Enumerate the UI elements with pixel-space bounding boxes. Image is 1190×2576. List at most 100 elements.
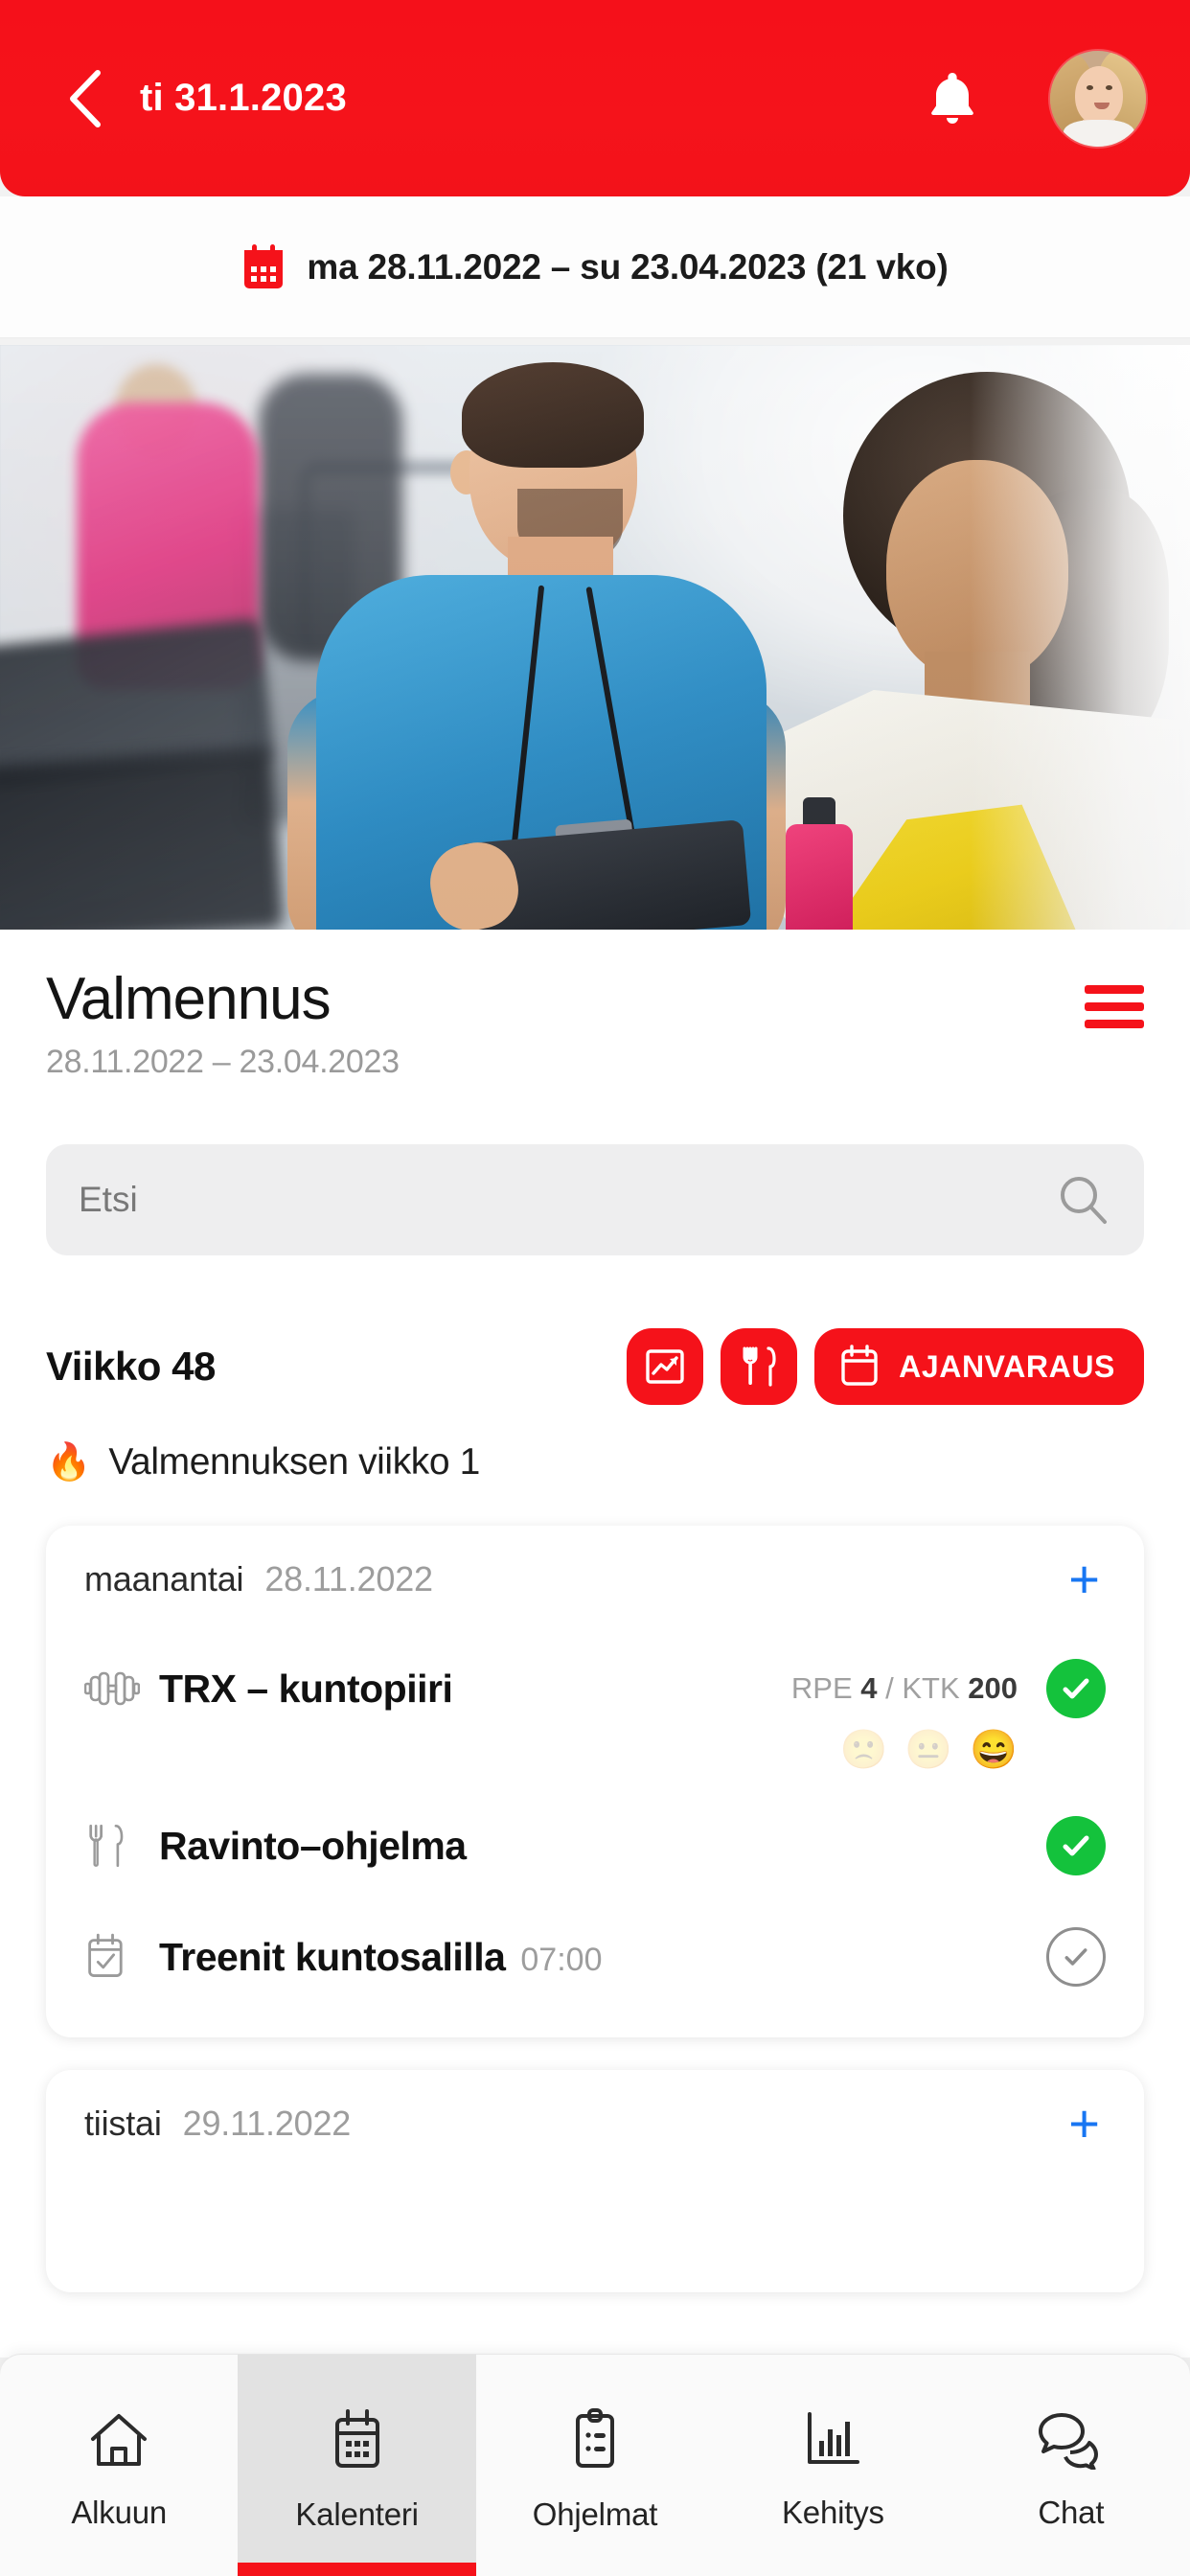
day-card: tiistai 29.11.2022 + — [46, 2070, 1144, 2293]
hamburger-bar-2 — [1085, 1002, 1144, 1011]
tab-kehitys[interactable]: Kehitys — [714, 2355, 951, 2576]
chat-icon — [1038, 2412, 1098, 2470]
ktk-value: 200 — [968, 1671, 1018, 1706]
bell-icon — [931, 72, 973, 124]
hero-image — [0, 345, 1190, 930]
list-item[interactable]: Treenit kuntosalilla 07:00 — [84, 1901, 1106, 2012]
search-icon[interactable] — [1056, 1172, 1111, 1228]
chart-line-icon — [646, 1349, 684, 1384]
list-item-title: TRX – kuntopiiri — [159, 1666, 453, 1711]
calendar-check-icon — [84, 1933, 159, 1981]
ktk-label: / KTK — [877, 1671, 969, 1706]
program-range-text: ma 28.11.2022 – su 23.04.2023 (21 vko) — [307, 246, 949, 287]
week-label: Viikko 48 — [46, 1344, 216, 1390]
list-item-main: TRX – kuntopiiri — [159, 1667, 791, 1712]
search-section — [0, 1081, 1190, 1256]
day-name: maanantai — [84, 1559, 244, 1599]
feedback-emoji-row: 🙁 😐 😄 — [84, 1731, 1106, 1790]
nutrition-button[interactable] — [721, 1328, 798, 1406]
hamburger-menu-icon[interactable] — [1085, 968, 1144, 1028]
status-badge-done[interactable] — [1046, 1659, 1106, 1719]
bar-chart-icon — [808, 2411, 860, 2464]
chevron-left-icon — [70, 69, 101, 127]
avatar-body — [1064, 119, 1134, 147]
feedback-emoji-sad[interactable]: 🙁 — [840, 1731, 888, 1769]
page-subtitle: 28.11.2022 – 23.04.2023 — [46, 1044, 400, 1081]
feedback-emoji-neutral[interactable]: 😐 — [904, 1731, 952, 1769]
tab-label: Alkuun — [71, 2494, 168, 2530]
tab-label: Chat — [1038, 2494, 1105, 2530]
dumbbell-icon — [84, 1669, 159, 1708]
add-entry-button[interactable]: + — [1063, 1552, 1106, 1605]
calendar-icon — [244, 243, 284, 288]
list-item-title: Treenit kuntosalilla — [159, 1934, 506, 1979]
bottom-navigation: Alkuun Kalenteri Ohjelmat Kehitys Chat — [0, 2354, 1190, 2576]
fire-emoji-icon: 🔥 — [46, 1442, 92, 1484]
fork-knife-icon — [743, 1346, 776, 1387]
list-item[interactable]: Ravinto–ohjelma — [84, 1790, 1106, 1901]
program-range-bar[interactable]: ma 28.11.2022 – su 23.04.2023 (21 vko) — [0, 196, 1190, 338]
check-icon — [1063, 1678, 1089, 1699]
home-icon — [91, 2413, 148, 2466]
search-box[interactable] — [46, 1144, 1144, 1256]
week-header: Viikko 48 AJANVARAUS — [0, 1255, 1190, 1406]
tab-kalenteri[interactable]: Kalenteri — [238, 2355, 476, 2576]
feedback-emoji-happy[interactable]: 😄 — [970, 1731, 1018, 1769]
notifications-button[interactable] — [914, 60, 991, 137]
calendar-icon — [334, 2408, 379, 2468]
avatar-eye-left — [1087, 84, 1093, 90]
rpe-label: RPE — [790, 1671, 861, 1706]
day-card: maanantai 28.11.2022 + TRX – kuntopiiri … — [46, 1526, 1144, 2038]
card-bottom-spacer — [84, 2177, 1106, 2292]
tab-label: Ohjelmat — [532, 2496, 658, 2532]
day-card-header: maanantai 28.11.2022 + — [84, 1526, 1106, 1633]
list-item[interactable]: TRX – kuntopiiri RPE 4 / KTK 200 — [84, 1633, 1106, 1744]
day-date: 29.11.2022 — [182, 2104, 352, 2144]
clipboard-icon — [576, 2407, 615, 2468]
tab-label: Kalenteri — [295, 2496, 419, 2532]
day-card-header: tiistai 29.11.2022 + — [84, 2070, 1106, 2177]
tab-ohjelmat[interactable]: Ohjelmat — [476, 2355, 714, 2576]
page-header: Valmennus 28.11.2022 – 23.04.2023 — [0, 930, 1190, 1081]
list-item-time: 07:00 — [520, 1941, 603, 1978]
main-content: Valmennus 28.11.2022 – 23.04.2023 Viikko… — [0, 930, 1190, 2358]
status-badge-done[interactable] — [1046, 1816, 1106, 1876]
search-input[interactable] — [79, 1180, 1056, 1221]
day-card-list: maanantai 28.11.2022 + TRX – kuntopiiri … — [0, 1484, 1190, 2293]
avatar-face — [1075, 65, 1123, 126]
list-item-main: Ravinto–ohjelma — [159, 1824, 1046, 1869]
add-entry-button[interactable]: + — [1063, 2097, 1106, 2150]
card-bottom-spacer — [84, 2012, 1106, 2037]
calendar-icon — [841, 1345, 878, 1386]
app-bar: ti 31.1.2023 — [0, 0, 1190, 196]
page-title-block: Valmennus 28.11.2022 – 23.04.2023 — [46, 968, 1085, 1081]
list-item-main: Treenit kuntosalilla 07:00 — [159, 1935, 1046, 1980]
hamburger-bar-3 — [1085, 1020, 1144, 1028]
week-note: 🔥 Valmennuksen viikko 1 — [0, 1405, 1190, 1484]
app-screen: ti 31.1.2023 ma 28.11.2022 – su 23.04.20… — [0, 0, 1190, 2576]
week-note-text: Valmennuksen viikko 1 — [108, 1441, 480, 1484]
avatar[interactable] — [1050, 50, 1146, 147]
status-badge-todo[interactable] — [1046, 1927, 1106, 1988]
check-icon — [1064, 1948, 1087, 1966]
booking-button-label: AJANVARAUS — [899, 1348, 1115, 1384]
tab-chat[interactable]: Chat — [952, 2355, 1190, 2576]
fork-knife-icon — [84, 1823, 159, 1869]
tab-label: Kehitys — [782, 2494, 884, 2530]
back-button[interactable] — [52, 65, 119, 132]
booking-button[interactable]: AJANVARAUS — [814, 1328, 1144, 1406]
hero-overlay — [0, 345, 1190, 930]
hamburger-bar-1 — [1085, 985, 1144, 994]
active-tab-indicator — [238, 2563, 476, 2576]
tab-alkuun[interactable]: Alkuun — [0, 2355, 238, 2576]
avatar-eye-right — [1106, 84, 1112, 90]
rpe-value: 4 — [860, 1671, 878, 1706]
day-name: tiistai — [84, 2104, 162, 2144]
list-item-title: Ravinto–ohjelma — [159, 1823, 467, 1868]
day-date: 28.11.2022 — [264, 1559, 433, 1599]
app-bar-title: ti 31.1.2023 — [140, 77, 347, 119]
check-icon — [1063, 1835, 1089, 1856]
page-title: Valmennus — [46, 966, 332, 1032]
list-item-metrics: RPE 4 / KTK 200 — [791, 1671, 1018, 1706]
stats-button[interactable] — [627, 1328, 704, 1406]
